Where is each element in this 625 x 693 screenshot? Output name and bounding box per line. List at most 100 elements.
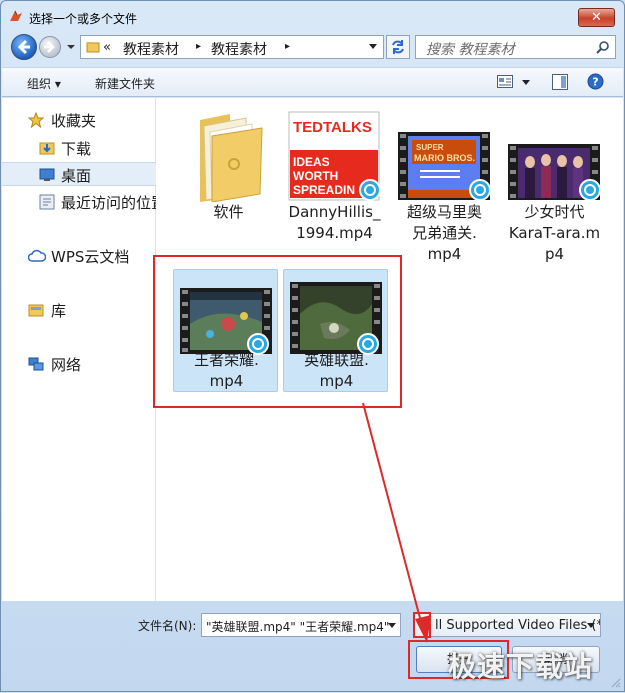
file-name: 少女时代 KaraT-ara.m p4 xyxy=(502,202,607,265)
file-item-video-selected[interactable]: 王者荣耀. mp4 xyxy=(173,269,278,392)
file-name-line: KaraT-ara.m xyxy=(508,224,601,242)
sidebar-item-desktop[interactable]: 桌面 xyxy=(2,162,156,186)
svg-text:?: ? xyxy=(592,76,598,89)
folder-icon xyxy=(200,114,263,202)
filename-value: "英雄联盟.mp4" "王者荣耀.mp4" xyxy=(206,620,390,634)
thumb-label: IDEAS xyxy=(293,155,330,169)
organize-menu[interactable]: 组织 ▾ xyxy=(27,75,61,92)
title-bar: 选择一个或多个文件 ✕ xyxy=(1,1,624,31)
breadcrumb-separator[interactable]: ▸ xyxy=(285,41,290,52)
thumb-label: WORTH xyxy=(293,169,338,183)
sidebar-item-recent-places[interactable]: 最近访问的位置 xyxy=(2,190,156,214)
file-name: 王者荣耀. mp4 xyxy=(174,350,279,392)
file-item-folder[interactable]: 软件 xyxy=(176,98,281,228)
view-options-dropdown-icon[interactable] xyxy=(522,80,530,85)
new-folder-button[interactable]: 新建文件夹 xyxy=(95,75,155,92)
svg-text:MARIO BROS.: MARIO BROS. xyxy=(414,153,475,163)
watermark-text: 极速下载站 xyxy=(448,650,594,683)
app-icon xyxy=(10,10,22,21)
sidebar-item-wps-cloud[interactable]: WPS云文档 xyxy=(2,244,156,268)
address-overflow-chevron[interactable]: « xyxy=(103,40,111,55)
arrow-right-icon xyxy=(44,41,55,53)
address-dropdown-icon[interactable] xyxy=(369,44,377,50)
file-item-video[interactable]: TEDTALKS IDEAS WORTH SPREADIN DannyHilli… xyxy=(282,98,387,248)
file-open-dialog: 选择一个或多个文件 ✕ « 教程素材 ▸ 教程素材 ▸ 搜索 教程素材 组织 ▾… xyxy=(0,0,625,692)
file-name: 超级马里奥 兄弟通关. mp4 xyxy=(392,202,497,265)
file-name: 软件 xyxy=(213,203,244,221)
sidebar-item-label: 桌面 xyxy=(61,167,92,185)
file-name-line: 少女时代 xyxy=(524,203,585,221)
file-name-line: mp4 xyxy=(319,372,354,390)
video-thumbnail: TEDTALKS IDEAS WORTH SPREADIN xyxy=(288,111,380,201)
sidebar-item-label: 收藏夹 xyxy=(51,112,97,130)
help-icon[interactable]: ? xyxy=(587,73,604,90)
arrow-left-icon xyxy=(17,39,30,55)
file-name-line: mp4 xyxy=(427,245,462,263)
chevron-down-icon[interactable] xyxy=(587,623,595,628)
file-name-line: 兄弟通关. xyxy=(412,224,477,242)
star-icon xyxy=(28,112,44,128)
file-name: 英雄联盟. mp4 xyxy=(284,350,389,392)
file-name-line: 王者荣耀. xyxy=(194,351,259,369)
file-name-line: mp4 xyxy=(209,372,244,390)
change-view-icon[interactable] xyxy=(497,75,513,88)
cloud-icon xyxy=(28,249,46,262)
recent-locations-dropdown-icon[interactable] xyxy=(66,43,76,51)
network-icon xyxy=(28,357,44,371)
recent-places-icon xyxy=(39,194,55,210)
search-icon[interactable] xyxy=(596,40,610,54)
video-thumbnail: SUPER MARIO BROS. xyxy=(398,132,490,201)
filename-label: 文件名(N): xyxy=(138,619,197,633)
chevron-down-icon[interactable] xyxy=(388,623,396,628)
refresh-icon xyxy=(392,40,404,54)
sidebar-item-label: 下载 xyxy=(61,140,92,158)
file-name-line: 1994.mp4 xyxy=(296,224,373,242)
filetype-value: ll Supported Video Files (*. xyxy=(435,618,601,633)
annotation-filetype-box xyxy=(413,612,431,638)
breadcrumb-item[interactable]: 教程素材 xyxy=(211,39,267,59)
video-thumbnail xyxy=(508,144,600,201)
search-box[interactable]: 搜索 教程素材 xyxy=(415,35,616,59)
file-name-line: DannyHillis_ xyxy=(288,203,381,221)
folder-icon xyxy=(86,42,100,53)
preview-pane-icon[interactable] xyxy=(552,74,568,90)
file-item-video-selected[interactable]: 英雄联盟. mp4 xyxy=(283,269,388,392)
file-name-line: 英雄联盟. xyxy=(304,351,369,369)
resize-grip-icon[interactable] xyxy=(611,678,621,688)
sidebar-item-favorites[interactable]: 收藏夹 xyxy=(2,108,156,132)
library-icon xyxy=(28,304,44,317)
close-button[interactable]: ✕ xyxy=(578,8,615,27)
close-icon: ✕ xyxy=(591,10,602,25)
command-bar: 组织 ▾ 新建文件夹 ? xyxy=(2,67,623,97)
navigation-pane: 收藏夹 下载 桌面 最近访问的位置 WPS云文档 库 网络 xyxy=(2,98,156,601)
download-folder-icon xyxy=(39,142,55,155)
file-name-line: p4 xyxy=(544,245,565,263)
forward-button[interactable] xyxy=(39,36,61,58)
file-name: DannyHillis_ 1994.mp4 xyxy=(282,202,387,244)
sidebar-item-label: 库 xyxy=(51,302,67,320)
sidebar-item-libraries[interactable]: 库 xyxy=(2,298,156,322)
breadcrumb-item[interactable]: 教程素材 xyxy=(123,39,179,59)
filetype-select[interactable]: ll Supported Video Files (*. xyxy=(414,613,601,637)
search-placeholder: 搜索 教程素材 xyxy=(426,42,515,58)
window-title: 选择一个或多个文件 xyxy=(29,12,138,26)
breadcrumb-separator[interactable]: ▸ xyxy=(196,41,201,52)
sidebar-item-label: 最近访问的位置 xyxy=(61,194,156,212)
address-bar[interactable]: « 教程素材 ▸ 教程素材 ▸ xyxy=(80,35,384,59)
desktop-icon xyxy=(39,168,55,181)
file-item-video[interactable]: 少女时代 KaraT-ara.m p4 xyxy=(502,98,607,268)
sidebar-item-label: 网络 xyxy=(51,356,82,374)
file-list: 软件 TEDTALKS IDEAS WORTH SPREADIN DannyHi… xyxy=(157,98,623,601)
back-button[interactable] xyxy=(11,34,37,60)
filename-input[interactable]: "英雄联盟.mp4" "王者荣耀.mp4" xyxy=(201,613,401,637)
svg-text:SUPER: SUPER xyxy=(416,143,444,152)
content-area: 收藏夹 下载 桌面 最近访问的位置 WPS云文档 库 网络 软件 TEDTALK… xyxy=(2,98,623,601)
file-name-line: 超级马里奥 xyxy=(406,203,482,221)
refresh-button[interactable] xyxy=(386,35,410,59)
thumb-label: TEDTALKS xyxy=(293,119,372,136)
sidebar-item-downloads[interactable]: 下载 xyxy=(2,136,156,160)
file-item-video[interactable]: SUPER MARIO BROS. 超级马里奥 兄弟通关. mp4 xyxy=(392,98,497,268)
sidebar-item-label: WPS云文档 xyxy=(51,248,130,266)
thumb-label: SPREADIN xyxy=(293,183,355,197)
sidebar-item-network[interactable]: 网络 xyxy=(2,352,156,376)
